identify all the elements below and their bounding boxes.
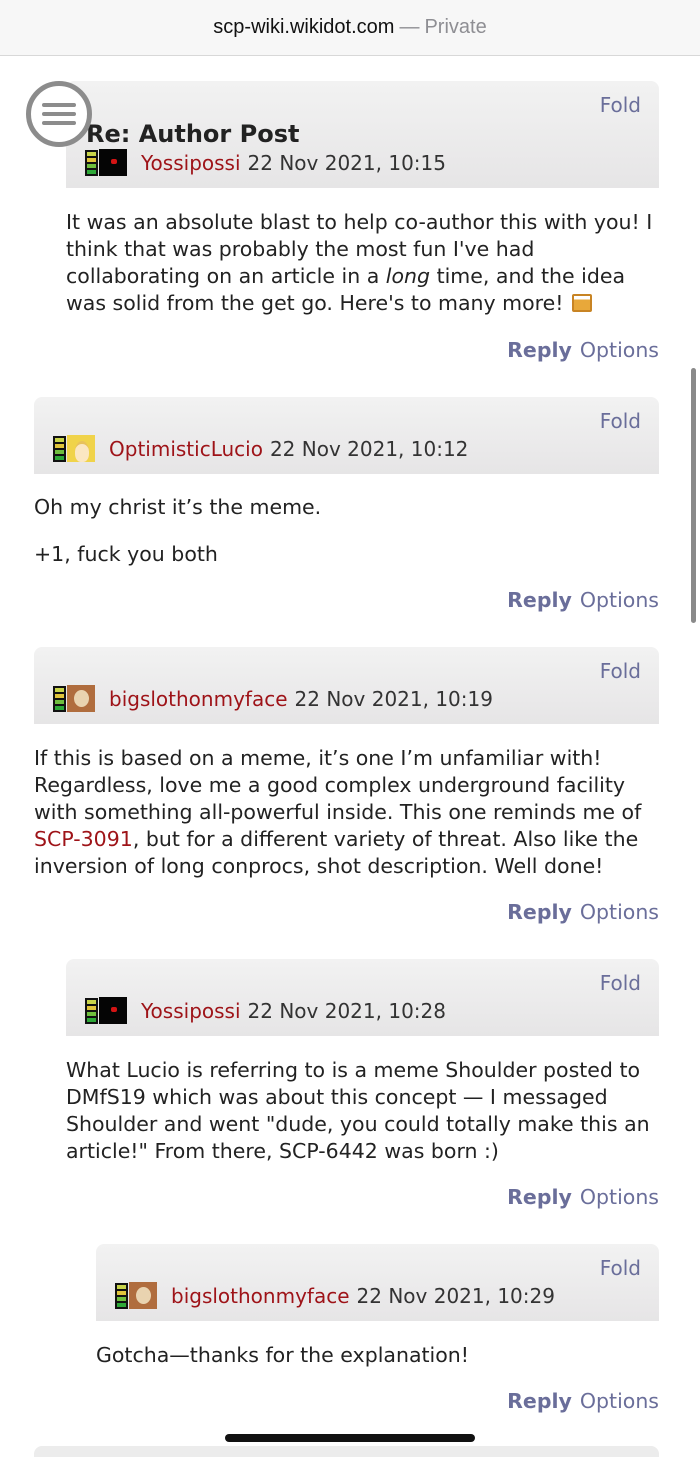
avatar[interactable]	[99, 997, 127, 1024]
post-body: Gotcha—thanks for the explanation!	[96, 1342, 659, 1369]
post-header: Fold bigslothonmyface 22 Nov 2021, 10:19	[34, 647, 659, 724]
fold-link[interactable]: Fold	[600, 659, 641, 683]
post-header: Fold Re: Author Post Yossipossi 22 Nov 2…	[66, 81, 659, 188]
fold-link[interactable]: Fold	[600, 93, 641, 117]
karma-meter-icon	[85, 997, 98, 1024]
forum-post: Fold Yossipossi 22 Nov 2021, 10:28 What …	[66, 959, 659, 1165]
forum-post: Fold OptimisticLucio 22 Nov 2021, 10:12 …	[34, 397, 659, 568]
karma-meter-icon	[53, 685, 66, 712]
post-header: Fold OptimisticLucio 22 Nov 2021, 10:12	[34, 397, 659, 474]
post-body: It was an absolute blast to help co-auth…	[66, 209, 659, 317]
fold-link[interactable]: Fold	[600, 1256, 641, 1280]
browser-address-bar[interactable]: scp-wiki.wikidot.com — Private	[0, 0, 700, 56]
post-text: +1, fuck you both	[34, 542, 218, 566]
post-body: What Lucio is referring to is a meme Sho…	[66, 1057, 659, 1165]
post-text: If this is based on a meme, it’s one I’m…	[34, 746, 642, 824]
emphasized-text: long	[385, 264, 431, 288]
post-info: bigslothonmyface 22 Nov 2021, 10:29	[115, 1282, 555, 1309]
post-date: 22 Nov 2021, 10:29	[356, 1283, 555, 1308]
karma-meter-icon	[53, 435, 66, 462]
menu-line	[42, 121, 76, 125]
post-actions: Reply Options	[507, 338, 659, 362]
post-actions: Reply Options	[507, 1185, 659, 1209]
forum-post: Fold Re: Author Post Yossipossi 22 Nov 2…	[66, 81, 659, 317]
post-text: Gotcha—thanks for the explanation!	[96, 1343, 470, 1367]
fold-link[interactable]: Fold	[600, 409, 641, 433]
avatar[interactable]	[67, 685, 95, 712]
karma-meter-icon	[115, 1282, 128, 1309]
fold-link[interactable]: Fold	[600, 971, 641, 995]
post-info: Yossipossi 22 Nov 2021, 10:15	[85, 149, 446, 176]
forum-post: Fold bigslothonmyface 22 Nov 2021, 10:19…	[34, 647, 659, 880]
post-date: 22 Nov 2021, 10:19	[294, 686, 493, 711]
post-body: If this is based on a meme, it’s one I’m…	[34, 745, 659, 880]
reply-button[interactable]: Reply	[507, 588, 572, 612]
username-link[interactable]: bigslothonmyface	[109, 687, 288, 711]
post-actions: Reply Options	[507, 1389, 659, 1413]
post-body: Oh my christ it’s the meme. +1, fuck you…	[34, 494, 659, 568]
domain-separator: —	[399, 16, 420, 38]
karma-meter-icon	[85, 149, 98, 176]
options-button[interactable]: Options	[580, 900, 659, 924]
beer-mugs-icon	[571, 294, 592, 312]
post-text: What Lucio is referring to is a meme Sho…	[66, 1058, 650, 1163]
reply-button[interactable]: Reply	[507, 900, 572, 924]
avatar[interactable]	[67, 435, 95, 462]
reply-button[interactable]: Reply	[507, 338, 572, 362]
avatar[interactable]	[129, 1282, 157, 1309]
menu-line	[42, 112, 76, 116]
next-post-header	[34, 1446, 659, 1457]
post-info: Yossipossi 22 Nov 2021, 10:28	[85, 997, 446, 1024]
username-link[interactable]: Yossipossi	[141, 151, 241, 175]
page: scp-wiki.wikidot.com — Private Fold Re: …	[0, 0, 700, 1457]
post-actions: Reply Options	[507, 588, 659, 612]
reply-button[interactable]: Reply	[507, 1389, 572, 1413]
avatar[interactable]	[99, 149, 127, 176]
post-actions: Reply Options	[507, 900, 659, 924]
options-button[interactable]: Options	[580, 338, 659, 362]
forum-post: Fold bigslothonmyface 22 Nov 2021, 10:29…	[96, 1244, 659, 1369]
post-header: Fold bigslothonmyface 22 Nov 2021, 10:29	[96, 1244, 659, 1321]
username-link[interactable]: bigslothonmyface	[171, 1284, 350, 1308]
post-date: 22 Nov 2021, 10:12	[269, 436, 469, 461]
post-info: OptimisticLucio 22 Nov 2021, 10:12	[53, 435, 468, 462]
username-link[interactable]: OptimisticLucio	[109, 437, 263, 461]
private-mode-label: Private	[424, 16, 487, 38]
options-button[interactable]: Options	[580, 1185, 659, 1209]
post-date: 22 Nov 2021, 10:28	[247, 998, 446, 1023]
scrollbar[interactable]	[691, 368, 696, 623]
domain-label: scp-wiki.wikidot.com	[213, 16, 395, 38]
post-header: Fold Yossipossi 22 Nov 2021, 10:28	[66, 959, 659, 1036]
home-indicator[interactable]	[225, 1434, 475, 1442]
options-button[interactable]: Options	[580, 588, 659, 612]
post-text: Oh my christ it’s the meme.	[34, 495, 322, 519]
post-info: bigslothonmyface 22 Nov 2021, 10:19	[53, 685, 493, 712]
reply-button[interactable]: Reply	[507, 1185, 572, 1209]
scp-article-link[interactable]: SCP-3091	[34, 827, 133, 851]
post-title: Re: Author Post	[86, 120, 300, 148]
options-button[interactable]: Options	[580, 1389, 659, 1413]
username-link[interactable]: Yossipossi	[141, 999, 241, 1023]
menu-line	[42, 103, 76, 107]
post-date: 22 Nov 2021, 10:15	[247, 150, 446, 175]
hamburger-menu-icon[interactable]	[26, 81, 92, 147]
